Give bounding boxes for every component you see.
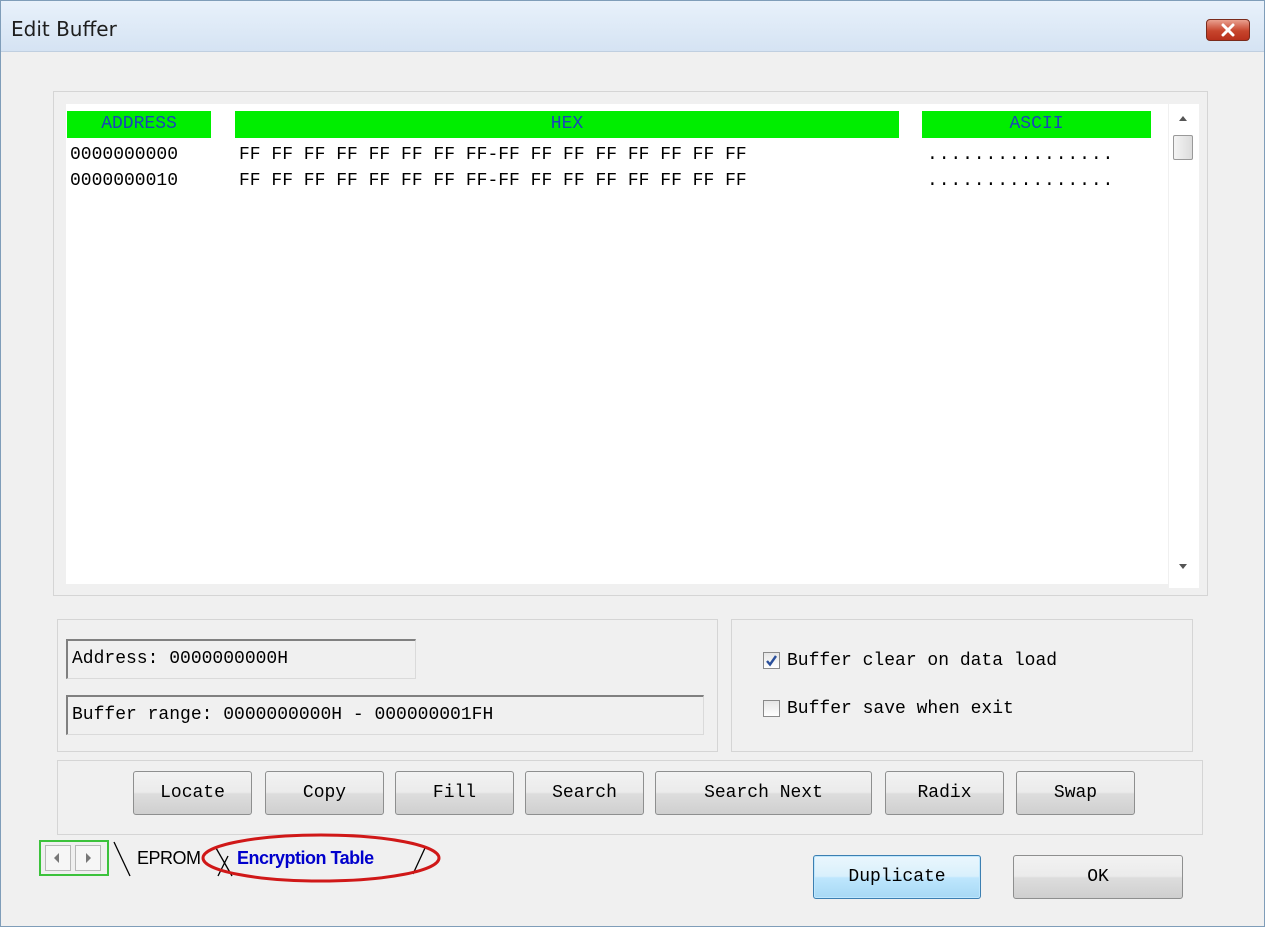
row-1-ascii[interactable]: ................ xyxy=(927,171,1114,191)
checkbox-checked-icon[interactable] xyxy=(763,652,780,669)
hex-column-header: HEX xyxy=(235,111,899,138)
row-0-hex[interactable]: FF FF FF FF FF FF FF FF-FF FF FF FF FF F… xyxy=(239,145,747,165)
close-button[interactable] xyxy=(1206,19,1250,41)
checkbox-unchecked-icon[interactable] xyxy=(763,700,780,717)
window-title: Edit Buffer xyxy=(11,17,117,41)
locate-button[interactable]: Locate xyxy=(133,771,252,815)
address-field: Address: 0000000000H xyxy=(66,639,416,679)
row-1-address: 0000000010 xyxy=(70,171,179,191)
copy-button[interactable]: Copy xyxy=(265,771,384,815)
row-0-address: 0000000000 xyxy=(70,145,179,165)
vertical-scrollbar[interactable] xyxy=(1169,104,1199,588)
ascii-column-header: ASCII xyxy=(922,111,1151,138)
buffer-save-checkbox[interactable]: Buffer save when exit xyxy=(763,697,1163,721)
fill-button[interactable]: Fill xyxy=(395,771,514,815)
swap-button[interactable]: Swap xyxy=(1016,771,1135,815)
ok-button[interactable]: OK xyxy=(1013,855,1183,899)
buffer-clear-label: Buffer clear on data load xyxy=(787,651,1058,671)
radix-button[interactable]: Radix xyxy=(885,771,1004,815)
tab-scroll-buttons[interactable] xyxy=(39,840,109,876)
chevron-left-icon xyxy=(54,853,59,863)
buffer-save-label: Buffer save when exit xyxy=(787,699,1014,719)
scroll-up-icon[interactable] xyxy=(1179,116,1187,121)
row-0-ascii[interactable]: ................ xyxy=(927,145,1114,165)
tab-scroll-right-button[interactable] xyxy=(75,845,101,871)
scroll-down-icon[interactable] xyxy=(1179,564,1187,569)
address-column-header: ADDRESS xyxy=(67,111,211,138)
buffer-clear-checkbox[interactable]: Buffer clear on data load xyxy=(763,649,1163,673)
row-1-hex[interactable]: FF FF FF FF FF FF FF FF-FF FF FF FF FF F… xyxy=(239,171,747,191)
search-next-button[interactable]: Search Next xyxy=(655,771,872,815)
buffer-range-field: Buffer range: 0000000000H - 000000001FH xyxy=(66,695,704,735)
highlight-annotation xyxy=(201,833,441,883)
options-group xyxy=(731,619,1193,752)
search-button[interactable]: Search xyxy=(525,771,644,815)
duplicate-button[interactable]: Duplicate xyxy=(813,855,981,899)
title-bar[interactable]: Edit Buffer xyxy=(1,1,1264,52)
close-icon xyxy=(1221,23,1235,37)
tab-eprom[interactable]: EPROM xyxy=(137,848,201,869)
tab-scroll-left-button[interactable] xyxy=(45,845,71,871)
scroll-thumb[interactable] xyxy=(1173,135,1193,160)
chevron-right-icon xyxy=(86,853,91,863)
